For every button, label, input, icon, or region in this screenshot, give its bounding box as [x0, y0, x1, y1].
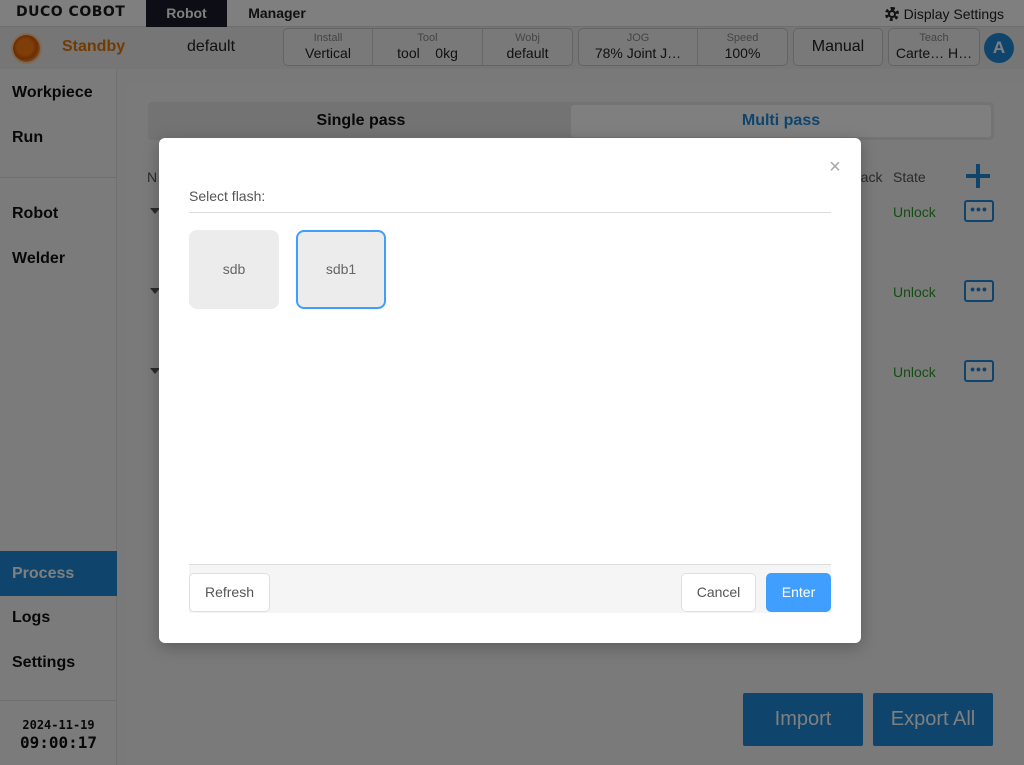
- refresh-button[interactable]: Refresh: [189, 573, 270, 612]
- select-flash-label: Select flash:: [189, 188, 266, 204]
- select-flash-dialog: × Select flash: sdb sdb1 Refresh Cancel …: [159, 138, 861, 643]
- close-icon[interactable]: ×: [826, 157, 844, 177]
- cancel-button[interactable]: Cancel: [681, 573, 756, 612]
- dialog-divider: [189, 212, 831, 213]
- flash-option-sdb[interactable]: sdb: [189, 230, 279, 309]
- flash-option-sdb1[interactable]: sdb1: [296, 230, 386, 309]
- enter-button[interactable]: Enter: [766, 573, 831, 612]
